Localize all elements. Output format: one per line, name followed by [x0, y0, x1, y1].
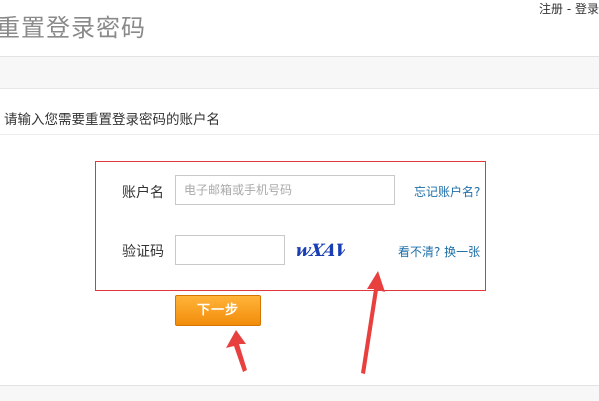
refresh-captcha-link[interactable]: 看不清? 换一张 — [398, 243, 480, 260]
instruction-text: 请输入您需要重置登录密码的账户名 — [4, 112, 220, 128]
arrow-to-button-icon — [226, 330, 247, 372]
login-link[interactable]: 登录 — [575, 2, 599, 16]
account-label: 账户名 — [122, 185, 164, 201]
captcha-image[interactable]: wXAV — [295, 235, 345, 263]
next-step-button[interactable]: 下一步 — [175, 295, 261, 326]
account-input[interactable] — [175, 175, 395, 205]
link-separator: - — [563, 2, 575, 16]
captcha-input[interactable] — [175, 235, 285, 265]
forgot-account-link[interactable]: 忘记账户名? — [414, 183, 480, 200]
footer-band — [0, 386, 599, 401]
section-divider — [0, 134, 599, 135]
top-links: 注册 - 登录 — [539, 0, 599, 17]
register-link[interactable]: 注册 — [539, 2, 563, 16]
progress-band — [0, 57, 599, 89]
captcha-text: wXAV — [295, 241, 345, 261]
page-title: 重置登录密码 — [0, 14, 146, 42]
captcha-label: 验证码 — [122, 244, 164, 260]
